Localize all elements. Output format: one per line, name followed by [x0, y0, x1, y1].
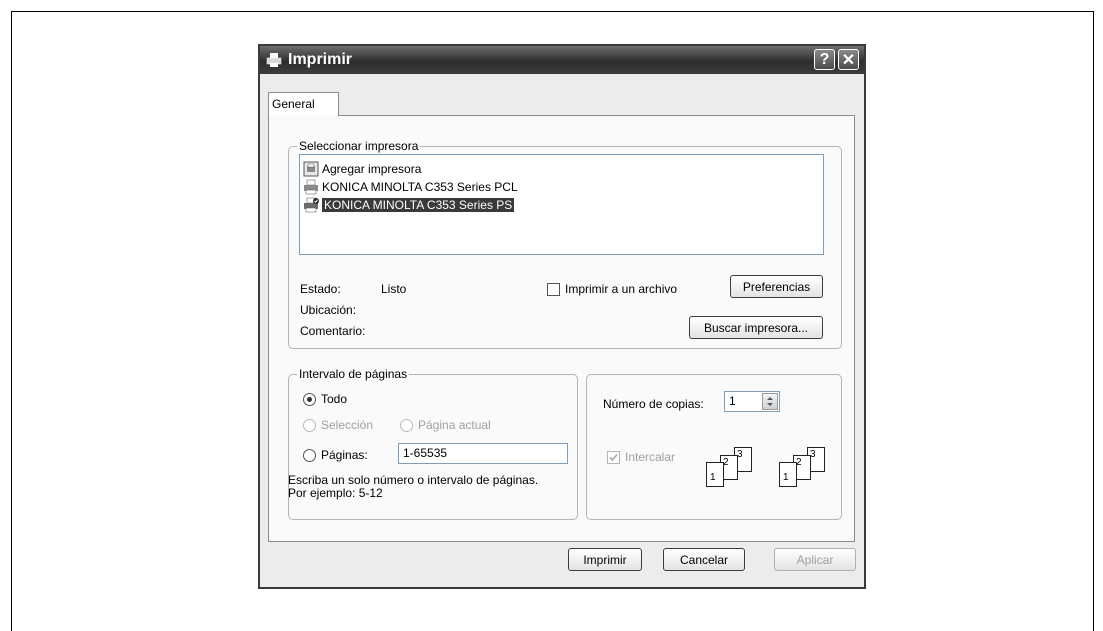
preferences-button[interactable]: Preferencias	[730, 275, 823, 298]
print-to-file-checkbox[interactable]	[547, 283, 560, 296]
collate-illustration: 3 2 1 3 2 1	[702, 447, 838, 487]
close-button[interactable]: ✕	[838, 49, 859, 70]
close-icon: ✕	[841, 51, 856, 69]
comment-label: Comentario:	[300, 324, 366, 338]
printer-icon	[304, 179, 318, 194]
print-to-file-label[interactable]: Imprimir a un archivo	[565, 282, 677, 296]
copies-spinner[interactable]	[762, 393, 778, 410]
all-pages-radio[interactable]	[303, 393, 316, 406]
add-printer-icon	[303, 161, 319, 176]
selection-label[interactable]: Selección	[321, 418, 373, 432]
cancel-button[interactable]: Cancelar	[663, 548, 745, 571]
print-dialog: Imprimir ? ✕ General Seleccionar impreso…	[258, 44, 866, 589]
printer-item-label: KONICA MINOLTA C353 Series PS	[322, 197, 515, 212]
checkmark-icon	[609, 453, 618, 462]
help-icon: ?	[819, 50, 830, 68]
tab-general[interactable]: General	[268, 92, 339, 116]
selection-radio[interactable]	[303, 419, 316, 432]
printer-default-icon	[304, 197, 319, 212]
collate-page: 1	[706, 462, 724, 487]
collate-checkbox[interactable]	[607, 451, 620, 464]
location-label: Ubicación:	[300, 303, 357, 317]
pages-input[interactable]: 1-65535	[398, 443, 568, 464]
collate-page: 1	[779, 462, 797, 487]
printer-item-pcl[interactable]: KONICA MINOLTA C353 Series PCL	[303, 178, 518, 195]
all-pages-label[interactable]: Todo	[321, 392, 347, 406]
copies-label: Número de copias:	[603, 397, 704, 411]
printer-list[interactable]: Agregar impresora KONICA MINOLTA C353 Se…	[299, 154, 824, 255]
select-printer-legend: Seleccionar impresora	[297, 139, 421, 153]
printer-item-label: KONICA MINOLTA C353 Series PCL	[322, 179, 518, 194]
collate-label[interactable]: Intercalar	[625, 450, 675, 464]
printer-icon	[266, 53, 282, 67]
printer-item-add[interactable]: Agregar impresora	[303, 160, 421, 177]
pages-label[interactable]: Páginas:	[321, 448, 368, 462]
find-printer-button[interactable]: Buscar impresora...	[689, 316, 823, 339]
pages-radio[interactable]	[303, 449, 316, 462]
printer-item-ps[interactable]: KONICA MINOLTA C353 Series PS	[303, 196, 515, 213]
status-value: Listo	[381, 282, 407, 296]
current-page-label[interactable]: Página actual	[418, 418, 491, 432]
apply-button[interactable]: Aplicar	[774, 548, 856, 571]
title-bar: Imprimir ? ✕	[260, 46, 864, 74]
status-label: Estado:	[300, 282, 341, 296]
page-range-legend: Intervalo de páginas	[297, 367, 410, 381]
spinner-arrows-icon	[767, 397, 773, 406]
dialog-title: Imprimir	[288, 51, 353, 68]
current-page-radio[interactable]	[400, 419, 413, 432]
page-range-hint: Escriba un solo número o intervalo de pá…	[288, 473, 539, 500]
printer-item-label: Agregar impresora	[322, 161, 422, 176]
print-button[interactable]: Imprimir	[568, 548, 642, 571]
help-button[interactable]: ?	[814, 49, 835, 70]
